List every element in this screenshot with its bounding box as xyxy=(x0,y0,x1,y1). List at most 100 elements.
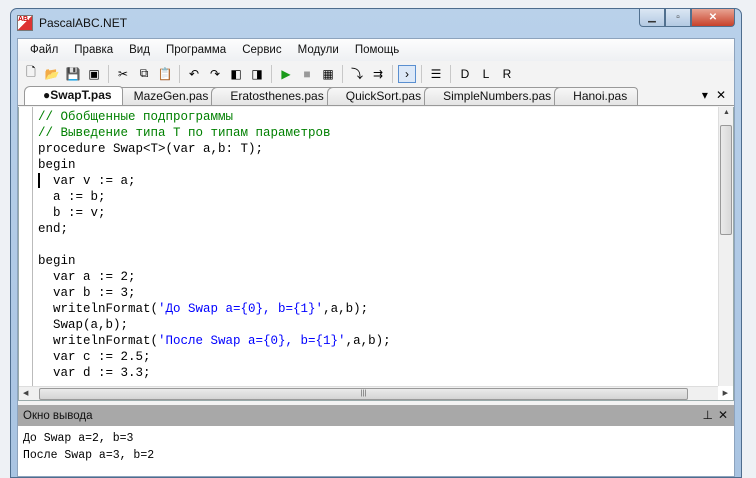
window-title: PascalABC.NET xyxy=(39,16,128,30)
maximize-button[interactable]: ▫ xyxy=(665,9,691,27)
format-code-icon[interactable]: ☰ xyxy=(427,65,445,83)
code-line: var a := 2; xyxy=(38,269,391,285)
scroll-left-icon[interactable]: ◀ xyxy=(23,389,28,397)
menu-5[interactable]: Модули xyxy=(290,44,347,56)
output-line: До Swap a=2, b=3 xyxy=(23,432,134,445)
redo-icon[interactable]: ↷ xyxy=(206,65,224,83)
code-token: 'До Swap a={0}, b={1}' xyxy=(158,302,324,316)
code-token: v := a; xyxy=(75,174,136,188)
code-token: b := 3; xyxy=(75,286,136,300)
code-token: a,b: T); xyxy=(195,142,264,156)
menu-4[interactable]: Сервис xyxy=(234,44,289,56)
designer-l-icon[interactable]: L xyxy=(477,65,495,83)
menu-0[interactable]: Файл xyxy=(22,44,66,56)
code-token: // Обобщенные подпрограммы xyxy=(38,110,234,124)
code-token: var xyxy=(53,270,76,284)
vertical-scroll-thumb[interactable] xyxy=(720,125,732,235)
toolbar-separator xyxy=(271,64,272,83)
editor-tabs: ●SwapT.pas MazeGen.pas Eratosthenes.pas Qui… xyxy=(18,86,734,106)
open-folder-icon[interactable]: 📂 xyxy=(43,65,61,83)
paste-icon[interactable]: 📋 xyxy=(156,65,174,83)
tab-file[interactable]: Hanoi.pas xyxy=(554,87,639,105)
designer-r-icon[interactable]: R xyxy=(498,65,516,83)
code-token: var xyxy=(173,142,196,156)
close-output-icon[interactable]: ✕ xyxy=(718,408,728,422)
code-token: // Выведение типа T по типам параметров xyxy=(38,126,331,140)
code-line: var v := a; xyxy=(38,173,391,189)
code-token: Swap(a,b); xyxy=(38,318,129,332)
navigate-forward-icon[interactable]: ◨ xyxy=(248,65,266,83)
scroll-right-icon[interactable]: ▶ xyxy=(723,389,728,397)
code-line: end; xyxy=(38,221,391,237)
code-line: var b := 3; xyxy=(38,285,391,301)
tab-file[interactable]: MazeGen.pas xyxy=(114,87,220,105)
output-line: После Swap a=3, b=2 xyxy=(23,449,155,462)
tab-file[interactable]: SimpleNumbers.pas xyxy=(424,87,563,105)
stop-icon[interactable]: ■ xyxy=(298,65,316,83)
code-line: // Выведение типа T по типам параметров xyxy=(38,125,391,141)
close-button[interactable]: ✕ xyxy=(691,9,735,27)
step-over-icon[interactable]: ⇉ xyxy=(369,65,387,83)
code-token: d := 3.3; xyxy=(75,366,151,380)
step-into-icon[interactable]: ⤵ xyxy=(348,65,366,83)
pin-icon[interactable]: ⊥ xyxy=(702,408,712,422)
tab-file[interactable]: QuickSort.pas xyxy=(326,87,433,105)
code-token: begin xyxy=(38,158,76,172)
navigate-back-icon[interactable]: ◧ xyxy=(227,65,245,83)
designer-d-icon[interactable]: D xyxy=(456,65,474,83)
menu-1[interactable]: Правка xyxy=(66,44,121,56)
code-token: end xyxy=(38,222,61,236)
undo-icon[interactable]: ↶ xyxy=(185,65,203,83)
toolbar-separator xyxy=(421,64,422,83)
save-all-icon[interactable]: ▣ xyxy=(85,65,103,83)
horizontal-scrollbar[interactable]: ◀ ||| ▶ xyxy=(19,386,728,400)
code-token: var xyxy=(53,350,76,364)
code-editor[interactable]: // Обобщенные подпрограммы // Выведение т… xyxy=(18,107,734,401)
vertical-scrollbar[interactable]: ▲ xyxy=(718,107,733,386)
toolbar-separator xyxy=(108,64,109,83)
main-window: AB PascalABC.NET ▁ ▫ ✕ Файл Правка Вид Прог… xyxy=(10,8,742,478)
code-text[interactable]: // Обобщенные подпрограммы // Выведение т… xyxy=(38,109,391,381)
output-text[interactable]: До Swap a=2, b=3 После Swap a=3, b=2 xyxy=(18,426,734,476)
output-panel-header: Окно вывода ⊥ ✕ xyxy=(18,405,734,426)
minimize-button[interactable]: ▁ xyxy=(639,9,665,27)
run-icon[interactable]: ▶ xyxy=(277,65,295,83)
menu-bar: Файл Правка Вид Программа Сервис Модули Помощь xyxy=(18,39,734,61)
tab-file[interactable]: Eratosthenes.pas xyxy=(211,87,335,105)
code-line: begin xyxy=(38,253,391,269)
tab-list-dropdown-icon[interactable]: ▾ xyxy=(702,88,708,102)
toolbar-separator xyxy=(179,64,180,83)
output-window-icon[interactable]: › xyxy=(398,64,416,83)
cut-icon[interactable]: ✂ xyxy=(114,65,132,83)
copy-icon[interactable]: ⧉ xyxy=(135,65,153,83)
code-line: procedure Swap<T>(var a,b: T); xyxy=(38,141,391,157)
horizontal-scroll-thumb[interactable]: ||| xyxy=(39,388,688,400)
editor-gutter xyxy=(19,107,33,386)
code-line: var c := 2.5; xyxy=(38,349,391,365)
toolbar-separator xyxy=(450,64,451,83)
new-file-icon[interactable]: 🗋 xyxy=(22,65,40,83)
tab-file[interactable]: ●SwapT.pas xyxy=(24,86,123,105)
menu-3[interactable]: Программа xyxy=(158,44,234,56)
toolbar: 🗋 📂 💾 ▣ ✂ ⧉ 📋 ↶ ↷ ◧ ◨ ▶ ■ ▦ ⤵ ⇉ › ☰ D L R xyxy=(18,61,734,86)
code-token: begin xyxy=(38,254,76,268)
save-icon[interactable]: 💾 xyxy=(64,65,82,83)
code-line: begin xyxy=(38,157,391,173)
menu-6[interactable]: Помощь xyxy=(347,44,407,56)
menu-2[interactable]: Вид xyxy=(121,44,158,56)
output-panel-title: Окно вывода xyxy=(23,409,93,422)
code-token: ,a,b); xyxy=(323,302,369,316)
code-line: b := v; xyxy=(38,205,391,221)
compile-icon[interactable]: ▦ xyxy=(319,65,337,83)
text-caret xyxy=(38,173,40,188)
code-token: ; xyxy=(60,222,69,236)
title-bar: AB PascalABC.NET ▁ ▫ ✕ xyxy=(11,9,741,37)
scroll-up-icon[interactable]: ▲ xyxy=(723,109,730,116)
code-line: writelnFormat('После Swap a={0}, b={1}',… xyxy=(38,333,391,349)
close-tab-icon[interactable]: ✕ xyxy=(716,88,726,102)
code-token: a := b; xyxy=(38,190,106,204)
